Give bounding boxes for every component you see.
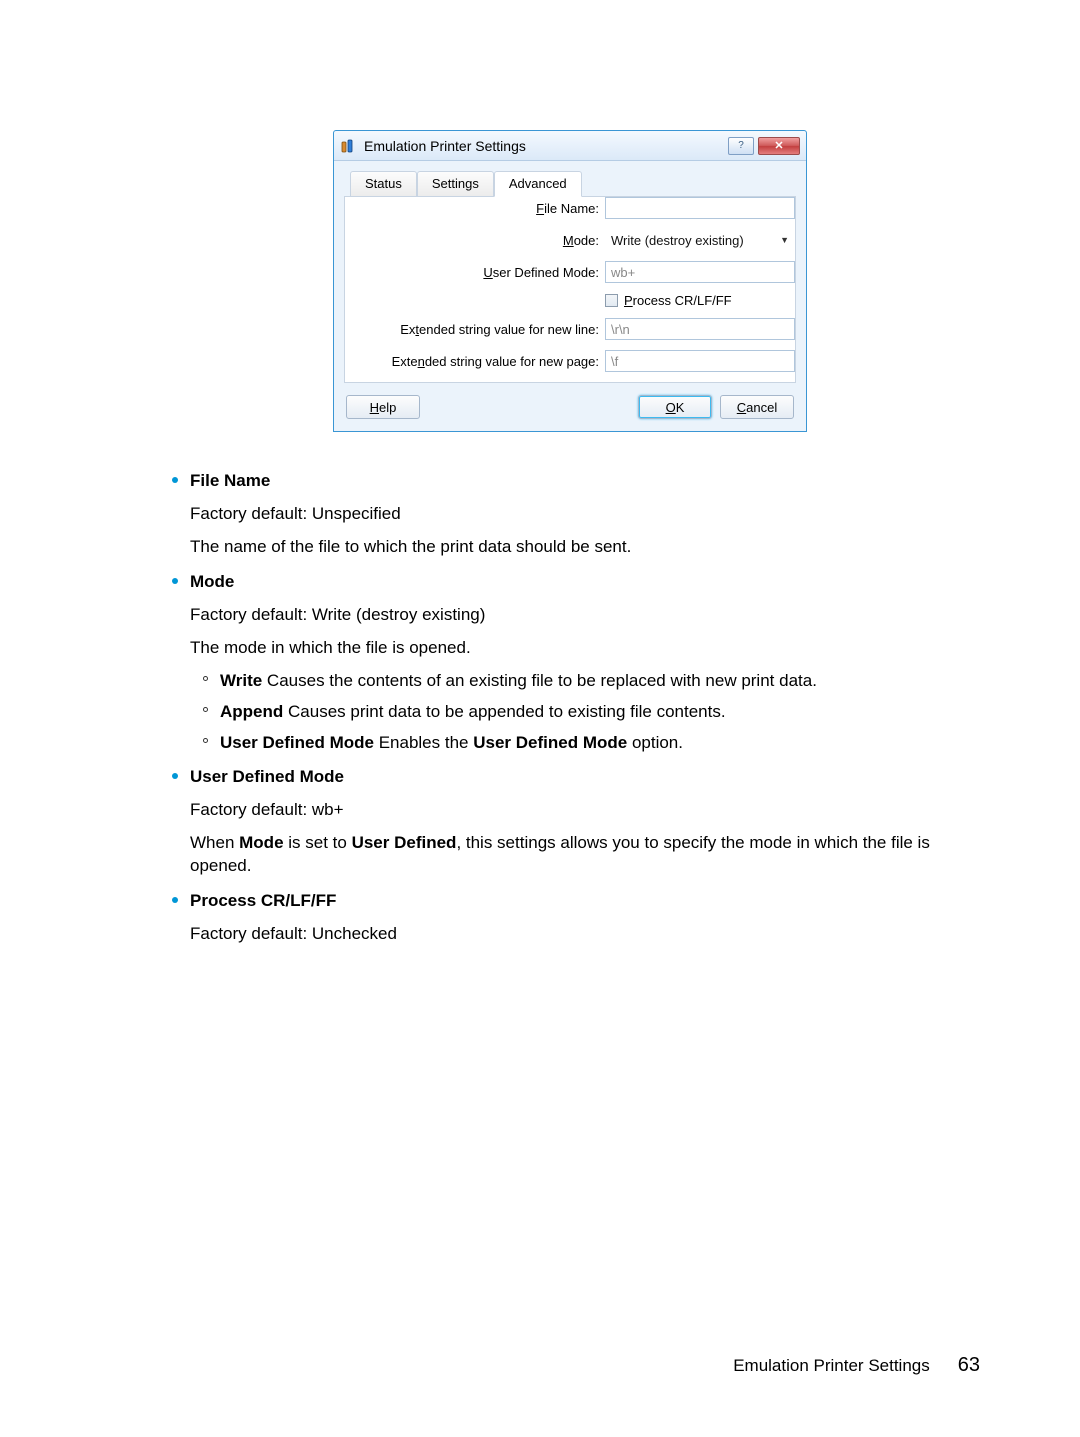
text-line: Append Causes print data to be appended … [220, 701, 980, 724]
label-file-name: File Name: [345, 201, 605, 216]
text-line: The mode in which the file is opened. [190, 637, 980, 660]
mode-select-value: Write (destroy existing) [611, 233, 744, 248]
label-ext-newpage: Extended string value for new page: [345, 354, 605, 369]
checkbox-box-icon [605, 294, 618, 307]
title-text: Emulation Printer Settings [364, 138, 725, 154]
process-cr-label: Process CR/LF/FF [624, 293, 732, 308]
text-line: Factory default: wb+ [190, 799, 980, 822]
heading-user-defined-mode: User Defined Mode [190, 766, 980, 789]
file-name-input[interactable] [605, 197, 795, 219]
label-mode: Mode: [345, 233, 605, 248]
heading-process-cr: Process CR/LF/FF [190, 890, 980, 913]
close-icon[interactable]: ✕ [758, 137, 800, 155]
tab-panel: File Name: Mode: Write (destroy existing… [344, 196, 796, 383]
text-line: Factory default: Write (destroy existing… [190, 604, 980, 627]
process-cr-checkbox[interactable]: Process CR/LF/FF [605, 293, 732, 308]
heading-file-name: File Name [190, 470, 980, 493]
settings-dialog: Emulation Printer Settings ? ✕ Status Se… [333, 130, 807, 432]
app-icon [340, 137, 358, 155]
subbullet-icon [203, 707, 208, 712]
label-ext-newline: Extended string value for new line: [345, 322, 605, 337]
text-line: The name of the file to which the print … [190, 536, 980, 559]
user-defined-mode-input[interactable] [605, 261, 795, 283]
doc-body: File Name Factory default: Unspecified T… [160, 470, 980, 946]
chevron-down-icon: ▼ [780, 235, 789, 245]
help-button[interactable]: Help [346, 395, 420, 419]
bullet-icon [172, 897, 178, 903]
cancel-button[interactable]: Cancel [720, 395, 794, 419]
ext-newline-input[interactable] [605, 318, 795, 340]
text-line: Factory default: Unchecked [190, 923, 980, 946]
help-titlebar-button[interactable]: ? [728, 137, 754, 155]
tab-status[interactable]: Status [350, 171, 417, 197]
text-line: Factory default: Unspecified [190, 503, 980, 526]
text-line: Write Causes the contents of an existing… [220, 670, 980, 693]
subbullet-icon [203, 676, 208, 681]
ext-newpage-input[interactable] [605, 350, 795, 372]
footer-title: Emulation Printer Settings [733, 1356, 930, 1376]
subbullet-icon [203, 738, 208, 743]
bullet-icon [172, 477, 178, 483]
mode-select[interactable]: Write (destroy existing) ▼ [605, 229, 795, 251]
label-user-defined-mode: User Defined Mode: [345, 265, 605, 280]
tab-strip: Status Settings Advanced [350, 171, 796, 197]
bullet-icon [172, 578, 178, 584]
bullet-icon [172, 773, 178, 779]
tab-settings[interactable]: Settings [417, 171, 494, 197]
heading-mode: Mode [190, 571, 980, 594]
tab-advanced[interactable]: Advanced [494, 171, 582, 197]
text-line: User Defined Mode Enables the User Defin… [220, 732, 980, 755]
page-number: 63 [958, 1354, 980, 1377]
text-line: When Mode is set to User Defined, this s… [190, 832, 980, 878]
titlebar[interactable]: Emulation Printer Settings ? ✕ [334, 131, 806, 161]
ok-button[interactable]: OK [638, 395, 712, 419]
page-footer: Emulation Printer Settings 63 [0, 1354, 1080, 1377]
